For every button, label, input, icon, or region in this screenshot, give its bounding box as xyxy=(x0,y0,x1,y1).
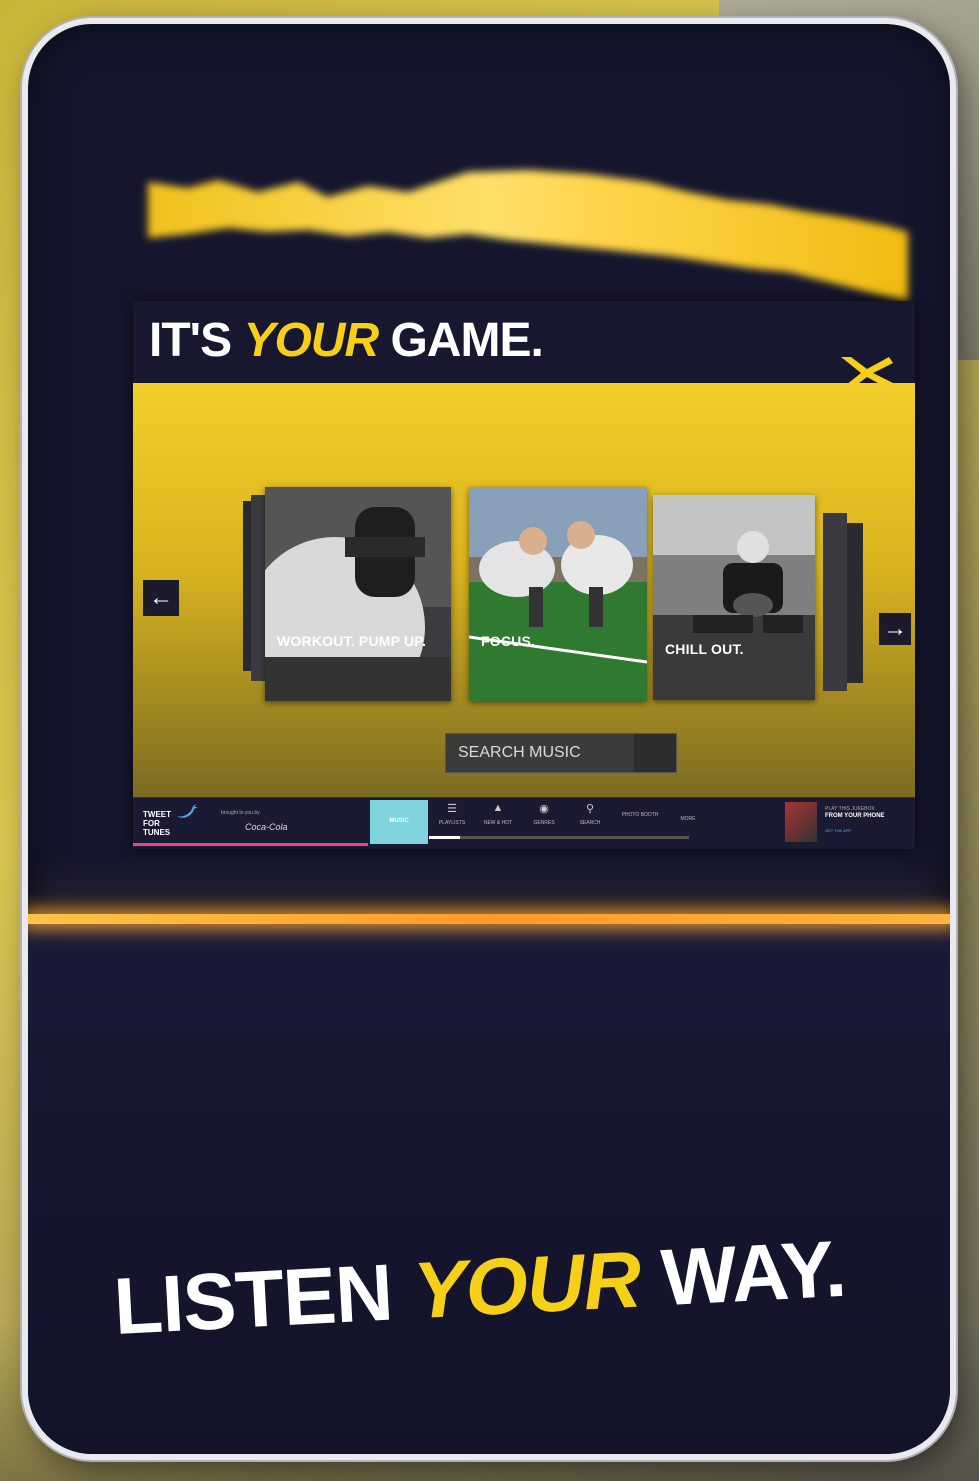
tab-more[interactable]: MORE xyxy=(667,802,709,849)
sound-wave-graphic xyxy=(148,170,908,302)
touch-screen: IT'S YOUR GAME. ← WORKOUT. PUMP UP. FOCU… xyxy=(133,301,915,849)
search-placeholder: SEARCH MUSIC xyxy=(458,744,581,761)
promo-thumbnail xyxy=(785,802,817,842)
tweet-for-tunes-logo[interactable]: TWEET FOR TUNES xyxy=(143,810,171,837)
tab-label: PLAYLISTS xyxy=(438,820,466,826)
tab-label: MORE xyxy=(680,816,696,822)
light-strip xyxy=(28,914,950,924)
tunes-word: TUNES xyxy=(143,828,171,837)
tagline-prefix: LISTEN xyxy=(111,1247,395,1351)
progress-fill xyxy=(429,836,461,839)
tagline-suffix: WAY. xyxy=(658,1223,848,1323)
tab-photo-booth[interactable]: PHOTO BOOTH xyxy=(619,802,661,849)
tab-label: GENRES xyxy=(533,820,555,826)
playlist-card-focus[interactable]: FOCUS. xyxy=(469,487,647,701)
screen-header: IT'S YOUR GAME. xyxy=(133,301,915,383)
tab-label: PHOTO BOOTH xyxy=(621,812,659,818)
arrow-right-icon: → xyxy=(883,615,907,642)
search-input[interactable]: SEARCH MUSIC xyxy=(445,733,677,773)
playlist-card-workout[interactable]: WORKOUT. PUMP UP. xyxy=(265,487,451,701)
card-stack-right xyxy=(823,513,847,691)
screen-headline: IT'S YOUR GAME. xyxy=(149,313,544,368)
tab-music[interactable]: MUSIC xyxy=(370,800,428,844)
headline-prefix: IT'S xyxy=(149,314,232,367)
playlist-label: CHILL OUT. xyxy=(665,641,744,657)
headline-accent: YOUR xyxy=(243,314,379,367)
carousel-next-button[interactable]: → xyxy=(879,613,911,645)
genre-icon: ◉ xyxy=(539,803,549,815)
kiosk-lower-panel xyxy=(28,914,950,1454)
playlist-label: WORKOUT. PUMP UP. xyxy=(277,633,427,649)
twitter-bird-icon xyxy=(177,804,198,818)
tab-label: NEW & HOT xyxy=(483,820,513,826)
carousel-prev-button[interactable]: ← xyxy=(143,580,179,616)
promo-line1: PLAY THIS JUKEBOX xyxy=(825,806,875,812)
tab-label: SEARCH xyxy=(579,820,601,826)
search-submit-button[interactable] xyxy=(634,734,676,772)
promo-line3: GET THE APP xyxy=(825,828,852,833)
app-promo[interactable]: PLAY THIS JUKEBOX FROM YOUR PHONE GET TH… xyxy=(785,800,909,842)
jukebox-kiosk: IT'S YOUR GAME. ← WORKOUT. PUMP UP. FOCU… xyxy=(22,18,956,1460)
accent-line xyxy=(133,843,368,846)
brought-to-you-text: brought to you by xyxy=(221,810,260,816)
arrow-left-icon: ← xyxy=(149,584,173,611)
tab-label: MUSIC xyxy=(389,818,409,824)
sponsor-logo: Coca-Cola xyxy=(245,822,288,832)
headline-suffix: GAME. xyxy=(390,314,543,367)
playlist-card-chill[interactable]: CHILL OUT. xyxy=(653,495,815,700)
player-with-football-photo xyxy=(653,495,815,700)
playlist-carousel: ← WORKOUT. PUMP UP. FOCUS. CHILL OUT. → … xyxy=(133,383,915,797)
football-linemen-photo xyxy=(469,487,647,701)
for-word: FOR xyxy=(143,819,160,828)
search-icon: ⚲ xyxy=(585,803,595,815)
promo-line2: FROM YOUR PHONE xyxy=(825,813,885,819)
flame-icon: ▲ xyxy=(492,802,504,814)
playback-progress-bar[interactable] xyxy=(429,836,689,839)
playlist-label: FOCUS. xyxy=(481,633,536,649)
playlist-icon: ☰ xyxy=(447,803,457,815)
bottom-nav-bar: TWEET FOR TUNES brought to you by Coca-C… xyxy=(133,797,915,849)
tagline-accent: YOUR xyxy=(410,1234,643,1336)
dumbbell-photo xyxy=(265,487,451,701)
tweet-word: TWEET xyxy=(143,810,171,819)
